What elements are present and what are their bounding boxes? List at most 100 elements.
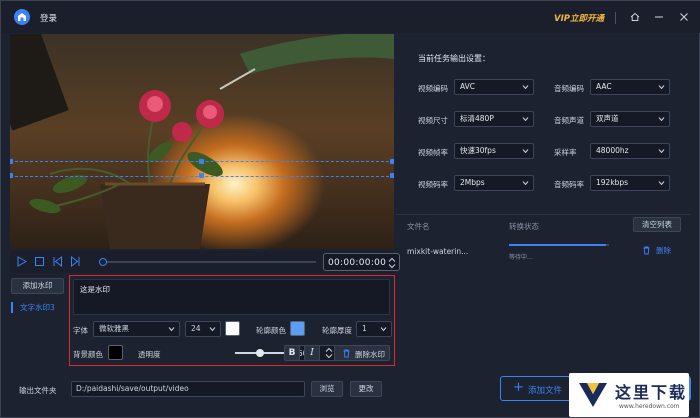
- background-color-label: 背景颜色: [73, 350, 103, 359]
- download-arrow-icon: [579, 383, 607, 407]
- play-icon[interactable]: [16, 256, 28, 267]
- resize-handle[interactable]: [10, 173, 13, 178]
- background-color-swatch[interactable]: [108, 345, 123, 360]
- delete-file-label: 删除: [656, 246, 671, 255]
- sample-rate-select[interactable]: 48000hz: [590, 143, 670, 159]
- conversion-progress-bar: [509, 244, 609, 246]
- timeline-handle[interactable]: [99, 258, 107, 266]
- outline-color-label: 轮廓颜色: [256, 326, 286, 335]
- video-size-label: 视频尺寸: [418, 116, 448, 125]
- conversion-status: 等待中...: [509, 254, 533, 261]
- status-column-header: 转换状态: [509, 222, 539, 231]
- trash-icon: [643, 246, 650, 255]
- previous-frame-icon[interactable]: [52, 256, 63, 267]
- frame-rate-value: 快速30fps: [460, 146, 496, 155]
- video-codec-select[interactable]: AVC: [454, 79, 534, 95]
- bold-button[interactable]: B: [284, 345, 300, 361]
- chevron-down-icon: [658, 149, 665, 154]
- stop-icon[interactable]: [34, 256, 45, 267]
- site-watermark-title: 这里下载: [615, 383, 688, 402]
- watermark-list-item[interactable]: 文字水印3: [11, 301, 67, 314]
- audio-bitrate-label: 音频码率: [554, 180, 584, 189]
- file-name-column-header: 文件名: [407, 222, 430, 231]
- title-bar: 登录 VIP立即开通: [1, 1, 700, 33]
- change-button[interactable]: 更改: [350, 381, 382, 397]
- add-file-label: 添加文件: [528, 386, 563, 396]
- audio-channel-select[interactable]: 双声道: [590, 111, 670, 127]
- opacity-slider[interactable]: [235, 349, 285, 357]
- outline-width-select[interactable]: 1: [356, 321, 392, 337]
- audio-codec-value: AAC: [596, 82, 612, 91]
- font-family-value: 微软雅黑: [99, 324, 129, 333]
- video-codec-label: 视频编码: [418, 84, 448, 93]
- clear-list-button[interactable]: 清空列表: [633, 217, 681, 232]
- video-bitrate-value: 2Mbps: [460, 178, 485, 187]
- spinner-icon[interactable]: [325, 347, 333, 359]
- chevron-down-icon: [658, 181, 665, 186]
- add-watermark-button[interactable]: 添加水印: [11, 278, 64, 294]
- audio-codec-label: 音频编码: [554, 84, 584, 93]
- add-file-button[interactable]: + 添加文件: [500, 376, 576, 401]
- sample-rate-label: 采样率: [554, 148, 577, 157]
- output-path-input[interactable]: D:/paidashi/save/output/video: [71, 381, 305, 397]
- watermark-selection-box[interactable]: [10, 159, 394, 178]
- file-name: mixkit-waterin...: [407, 247, 469, 256]
- resize-handle[interactable]: [199, 159, 204, 164]
- frame-rate-select[interactable]: 快速30fps: [454, 143, 534, 159]
- video-size-value: 标清480P: [460, 114, 494, 123]
- resize-handle[interactable]: [10, 159, 13, 164]
- audio-bitrate-select[interactable]: 192kbps: [590, 175, 670, 191]
- timecode-field[interactable]: 00:00:00:00: [323, 253, 400, 271]
- next-frame-icon[interactable]: [70, 256, 81, 267]
- output-folder-label: 输出文件夹: [19, 386, 57, 395]
- chevron-down-icon: [658, 85, 665, 90]
- opacity-slider-handle[interactable]: [256, 349, 264, 357]
- outline-color-swatch[interactable]: [290, 321, 305, 336]
- resize-handle[interactable]: [390, 159, 394, 164]
- font-size-value: 24: [191, 324, 201, 333]
- spinner-icon[interactable]: [388, 257, 396, 269]
- app-window: 登录 VIP立即开通 00:00:00:00 添加水印 文字水印3 这是水印 字…: [0, 0, 700, 418]
- delete-watermark-button[interactable]: 删除水印: [334, 345, 390, 361]
- titlebar-divider: [615, 12, 616, 24]
- frame-rate-label: 视频帧率: [418, 148, 448, 157]
- chevron-down-icon: [380, 327, 387, 332]
- audio-codec-select[interactable]: AAC: [590, 79, 670, 95]
- resize-handle[interactable]: [199, 173, 204, 178]
- sample-rate-value: 48000hz: [596, 146, 629, 155]
- chevron-down-icon: [209, 327, 216, 332]
- minimize-icon[interactable]: [652, 10, 666, 24]
- trash-icon: [343, 349, 350, 358]
- video-size-select[interactable]: 标清480P: [454, 111, 534, 127]
- video-bitrate-select[interactable]: 2Mbps: [454, 175, 534, 191]
- chevron-down-icon: [658, 117, 665, 122]
- watermark-item-label: 文字水印3: [20, 303, 55, 312]
- audio-bitrate-value: 192kbps: [596, 178, 629, 187]
- watermark-text-input[interactable]: 这是水印: [73, 279, 390, 315]
- chevron-down-icon: [168, 327, 175, 332]
- site-watermark-logo: 这里下载 www.heredown.com: [569, 373, 689, 417]
- site-watermark-url: www.heredown.com: [619, 403, 680, 410]
- video-preview[interactable]: [10, 34, 394, 249]
- vip-upgrade-link[interactable]: VIP立即开通: [554, 12, 604, 24]
- font-size-select[interactable]: 24: [185, 321, 221, 337]
- font-label: 字体: [73, 326, 88, 335]
- outline-width-value: 1: [362, 324, 367, 333]
- font-family-select[interactable]: 微软雅黑: [93, 321, 180, 337]
- home-icon[interactable]: [628, 10, 642, 24]
- watermark-editor-panel: 这是水印 字体 微软雅黑 24 轮廓颜色 轮廓厚度 1 背景颜色 透明度 50 …: [69, 275, 395, 366]
- chevron-down-icon: [522, 85, 529, 90]
- login-link[interactable]: 登录: [40, 12, 57, 24]
- delete-watermark-label: 删除水印: [355, 350, 385, 359]
- chevron-down-icon: [522, 117, 529, 122]
- panel-divider: [396, 214, 691, 215]
- font-color-swatch[interactable]: [225, 321, 240, 336]
- browse-button[interactable]: 浏览: [311, 381, 343, 397]
- settings-title: 当前任务输出设置：: [418, 54, 490, 63]
- conversion-progress-fill: [509, 244, 606, 246]
- italic-button[interactable]: I: [304, 345, 320, 361]
- timeline-slider[interactable]: [99, 258, 316, 266]
- resize-handle[interactable]: [390, 173, 394, 178]
- playback-controls: 00:00:00:00: [10, 251, 400, 273]
- close-icon[interactable]: [677, 10, 691, 24]
